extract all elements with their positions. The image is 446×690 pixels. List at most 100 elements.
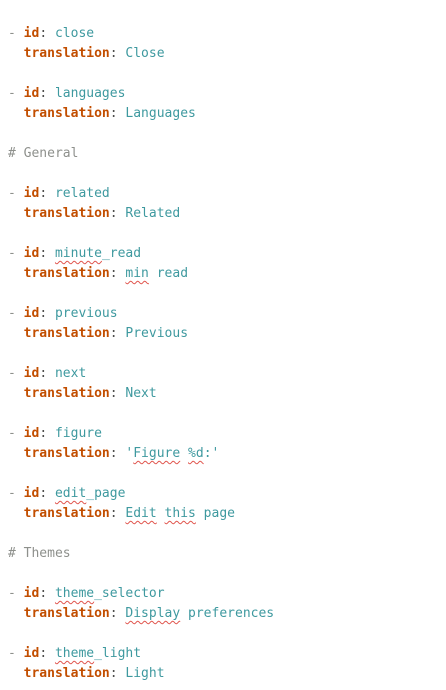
- comment-line[interactable]: # Themes: [0, 544, 446, 564]
- translation-key: translation: [23, 666, 110, 681]
- translation-line[interactable]: translation: Previous: [0, 324, 446, 344]
- colon: :: [39, 306, 48, 321]
- comment-text: # Themes: [8, 546, 71, 561]
- colon: :: [39, 246, 48, 261]
- value-segment: preferences: [180, 606, 275, 621]
- colon: :: [109, 666, 118, 681]
- colon: :: [39, 426, 48, 441]
- id-line[interactable]: - id: previous: [0, 304, 446, 324]
- id-line[interactable]: - id: minute_read: [0, 244, 446, 264]
- blank-line[interactable]: [0, 404, 446, 424]
- blank-line[interactable]: [0, 284, 446, 304]
- id-line[interactable]: - id: next: [0, 364, 446, 384]
- blank-line[interactable]: [0, 464, 446, 484]
- colon: :: [39, 186, 48, 201]
- colon: :: [39, 86, 48, 101]
- colon: :: [109, 266, 118, 281]
- translation-key: translation: [23, 446, 110, 461]
- id-key: id: [23, 86, 40, 101]
- comment-text: # General: [8, 146, 79, 161]
- id-value: figure: [54, 426, 102, 441]
- spellcheck-underline: edit: [54, 486, 87, 501]
- colon: :: [39, 26, 48, 41]
- blank-line[interactable]: [0, 624, 446, 644]
- translation-line[interactable]: translation: min read: [0, 264, 446, 284]
- translation-line[interactable]: translation: Related: [0, 204, 446, 224]
- blank-line[interactable]: [0, 524, 446, 544]
- colon: :: [109, 46, 118, 61]
- list-dash: -: [8, 26, 16, 41]
- blank-line[interactable]: [0, 344, 446, 364]
- id-value: minute_read: [55, 246, 141, 261]
- translation-value: Light: [125, 666, 165, 681]
- id-line[interactable]: - id: close: [0, 24, 446, 44]
- spellcheck-underline: Display: [125, 606, 181, 621]
- value-segment: :': [203, 446, 220, 461]
- id-line[interactable]: - id: edit_page: [0, 484, 446, 504]
- translation-value: Related: [125, 206, 181, 221]
- translation-key: translation: [23, 46, 110, 61]
- spellcheck-underline: theme: [54, 586, 95, 601]
- list-dash: -: [8, 426, 16, 441]
- spellcheck-underline: minute: [54, 246, 102, 261]
- list-dash: -: [8, 246, 16, 261]
- translation-line[interactable]: translation: 'Figure %d:': [0, 444, 446, 464]
- id-key: id: [23, 366, 40, 381]
- id-line[interactable]: - id: languages: [0, 84, 446, 104]
- translation-line[interactable]: translation: Languages: [0, 104, 446, 124]
- blank-line[interactable]: [0, 224, 446, 244]
- id-value: theme_selector: [55, 586, 165, 601]
- translation-value: Display preferences: [125, 606, 274, 621]
- id-key: id: [23, 26, 40, 41]
- id-value: theme_light: [55, 646, 141, 661]
- id-value: previous: [54, 306, 118, 321]
- id-line[interactable]: - id: figure: [0, 424, 446, 444]
- colon: :: [109, 106, 118, 121]
- translation-line[interactable]: translation: Next: [0, 384, 446, 404]
- colon: :: [39, 586, 48, 601]
- translation-key: translation: [23, 106, 110, 121]
- blank-line[interactable]: [0, 124, 446, 144]
- colon: :: [109, 506, 118, 521]
- id-key: id: [23, 646, 40, 661]
- translation-key: translation: [23, 386, 110, 401]
- spellcheck-underline: %d: [188, 446, 204, 461]
- translation-value: 'Figure %d:': [125, 446, 219, 461]
- id-value: related: [54, 186, 110, 201]
- colon: :: [39, 366, 48, 381]
- blank-line[interactable]: [0, 164, 446, 184]
- id-value: close: [54, 26, 95, 41]
- translation-line[interactable]: translation: Close: [0, 44, 446, 64]
- value-segment: [180, 446, 188, 461]
- translation-value: Next: [125, 386, 157, 401]
- translation-line[interactable]: translation: Light: [0, 664, 446, 684]
- id-line[interactable]: - id: theme_selector: [0, 584, 446, 604]
- translation-value: Edit this page: [125, 506, 235, 521]
- colon: :: [109, 206, 118, 221]
- translation-key: translation: [23, 606, 110, 621]
- value-segment: _light: [94, 646, 142, 661]
- id-key: id: [23, 426, 40, 441]
- value-segment: _selector: [94, 586, 165, 601]
- yaml-editor[interactable]: - id: close translation: Close - id: lang…: [0, 24, 446, 684]
- translation-line[interactable]: translation: Edit this page: [0, 504, 446, 524]
- list-dash: -: [8, 486, 16, 501]
- value-segment: _read: [101, 246, 142, 261]
- blank-line[interactable]: [0, 564, 446, 584]
- id-line[interactable]: - id: theme_light: [0, 644, 446, 664]
- id-key: id: [23, 306, 40, 321]
- colon: :: [109, 606, 118, 621]
- id-line[interactable]: - id: related: [0, 184, 446, 204]
- value-segment: [157, 506, 165, 521]
- spellcheck-underline: Figure: [133, 446, 181, 461]
- id-key: id: [23, 586, 40, 601]
- translation-line[interactable]: translation: Display preferences: [0, 604, 446, 624]
- blank-line[interactable]: [0, 64, 446, 84]
- list-dash: -: [8, 586, 16, 601]
- comment-line[interactable]: # General: [0, 144, 446, 164]
- translation-value: Previous: [125, 326, 189, 341]
- id-value: next: [54, 366, 87, 381]
- id-key: id: [23, 486, 40, 501]
- translation-value: min read: [125, 266, 188, 281]
- colon: :: [109, 446, 118, 461]
